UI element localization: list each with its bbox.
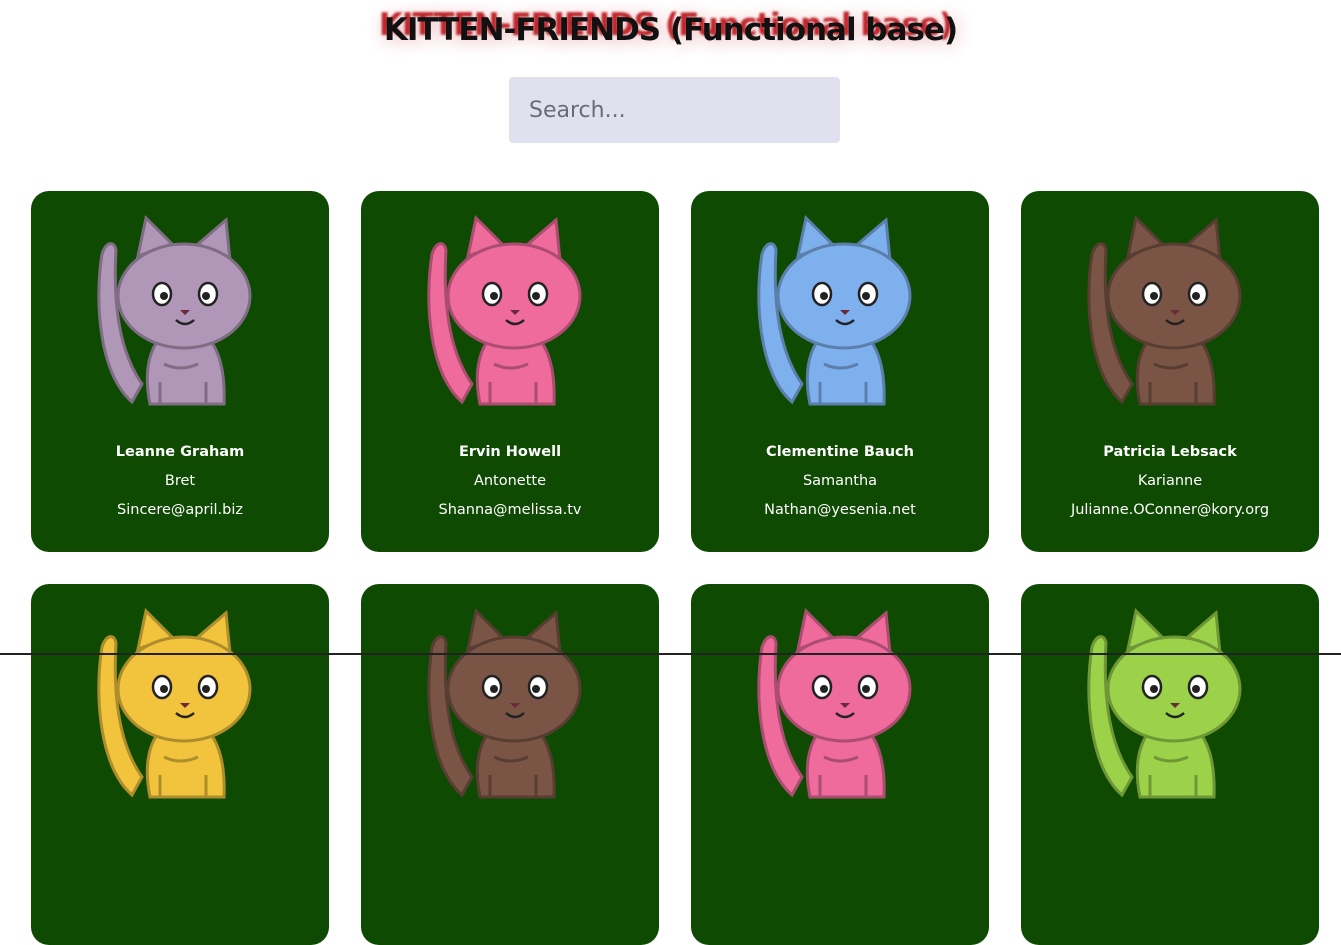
kitten-card[interactable]: Ervin Howell Antonette Shanna@melissa.tv (361, 191, 659, 552)
kitten-card[interactable] (1021, 584, 1319, 945)
kitten-image (757, 214, 912, 406)
kitten-card[interactable]: Leanne Graham Bret Sincere@april.biz (31, 191, 329, 552)
kitten-email: Shanna@melissa.tv (438, 502, 582, 518)
kitten-image (97, 214, 252, 406)
kitten-email: Julianne.OConner@kory.org (1070, 502, 1270, 518)
kitten-image (427, 607, 582, 799)
kitten-email: Nathan@yesenia.net (764, 502, 916, 518)
kitten-name: Patricia Lebsack (1103, 444, 1237, 460)
kitten-card[interactable] (691, 584, 989, 945)
kitten-image (97, 607, 252, 799)
kitten-card[interactable]: Patricia Lebsack Karianne Julianne.OConn… (1021, 191, 1319, 552)
kitten-image (427, 214, 582, 406)
kitten-name: Leanne Graham (115, 444, 245, 460)
kitten-name: Ervin Howell (458, 444, 562, 460)
kitten-username: Samantha (802, 473, 878, 489)
page-title: KITTEN-FRIENDS (Functional base) (383, 12, 958, 48)
search-input[interactable] (509, 77, 840, 143)
kitten-email: Sincere@april.biz (117, 502, 243, 518)
kitten-name: Clementine Bauch (766, 444, 914, 460)
kitten-username: Bret (164, 473, 196, 489)
kitten-username: Karianne (1137, 473, 1203, 489)
kitten-image (1087, 214, 1242, 406)
card-list: Leanne Graham Bret Sincere@april.biz Erv… (31, 191, 1319, 945)
kitten-image (757, 607, 912, 799)
kitten-username: Antonette (473, 473, 547, 489)
kitten-card[interactable] (361, 584, 659, 945)
kitten-card[interactable]: Clementine Bauch Samantha Nathan@yesenia… (691, 191, 989, 552)
kitten-card[interactable] (31, 584, 329, 945)
kitten-image (1087, 607, 1242, 799)
